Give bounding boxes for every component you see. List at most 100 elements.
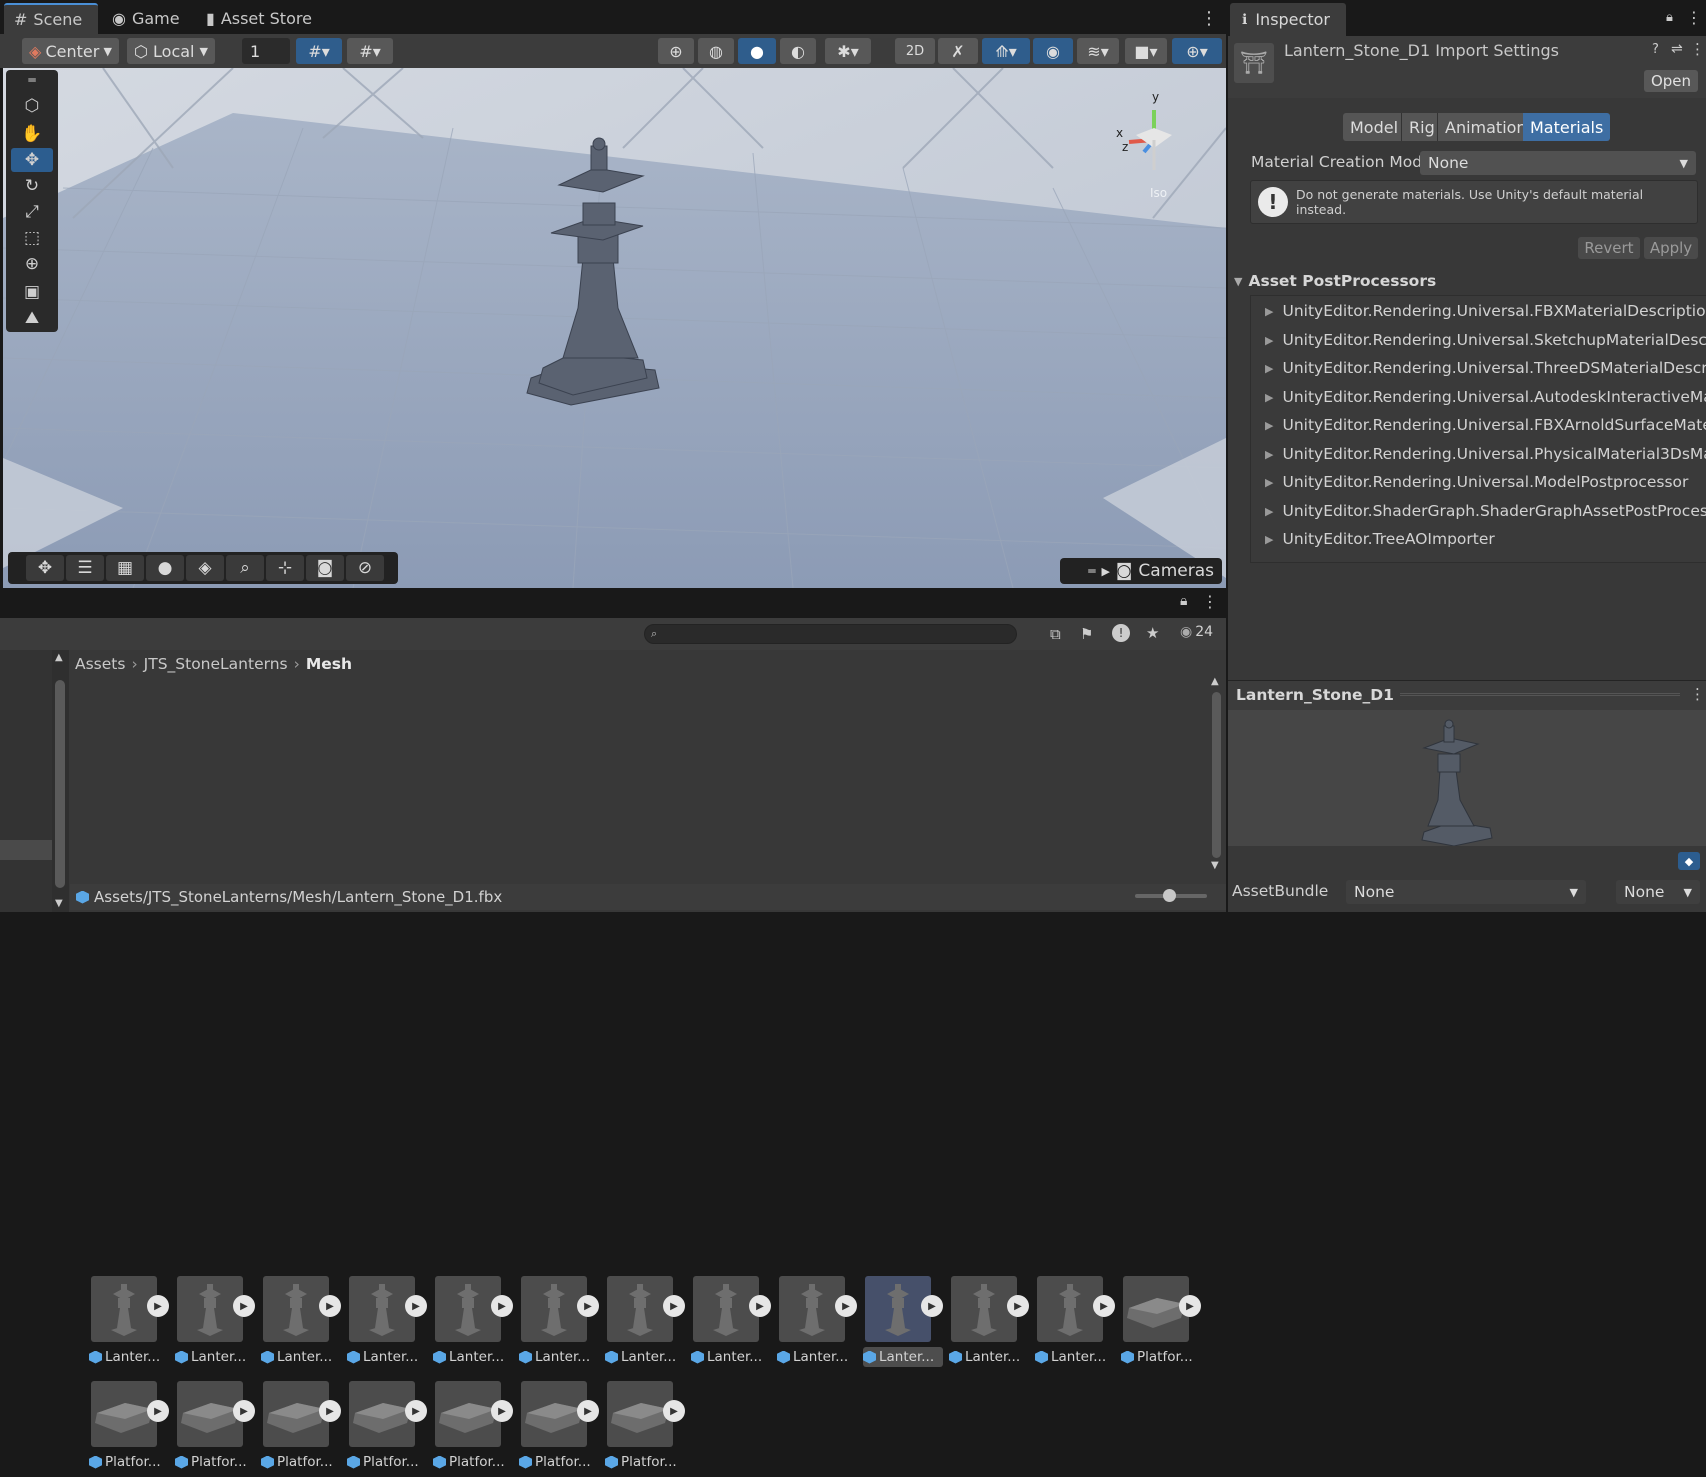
move-tool-icon[interactable]: ✥ [11, 148, 53, 172]
2d-mode-toggle[interactable]: 2D [895, 38, 935, 64]
tab-asset-store[interactable]: ▮ Asset Store [196, 3, 322, 34]
play-icon[interactable]: ▶ [1093, 1295, 1115, 1317]
kebab-menu-icon[interactable]: ⋮ [1690, 40, 1705, 58]
mesh-tool-icon[interactable]: ⛰ [11, 306, 53, 330]
sliders-icon[interactable]: ☰ [66, 555, 104, 581]
play-icon[interactable]: ▶ [577, 1400, 599, 1422]
asset-lantern-item[interactable]: ▶ Lanter... [859, 1276, 943, 1372]
kebab-menu-icon[interactable]: ⋮ [1686, 8, 1702, 27]
tab-inspector[interactable]: ℹ Inspector [1230, 3, 1346, 36]
import-tab-rig[interactable]: Rig [1401, 113, 1442, 141]
grid-size-field[interactable]: 1 [242, 38, 290, 64]
play-icon[interactable]: ▶ [233, 1295, 255, 1317]
postprocessor-item[interactable]: ▶ UnityEditor.Rendering.Universal.ModelPo… [1265, 469, 1706, 495]
visibility-toggle[interactable]: ◉ [1033, 38, 1073, 64]
asset-platform-item[interactable]: ▶ Platfor... [429, 1381, 513, 1477]
pivot-icon[interactable]: ⊹ [266, 555, 304, 581]
hidden-count-toggle[interactable]: ◉ 24 [1180, 624, 1213, 640]
play-icon[interactable]: ▶ [921, 1295, 943, 1317]
assetbundle-name-dropdown[interactable]: None ▼ [1346, 880, 1586, 904]
pivot-mode-dropdown[interactable]: ◈ Center ▼ [22, 38, 119, 64]
filter-by-label-icon[interactable]: ⚑ [1080, 625, 1093, 643]
thumbnail-size-slider[interactable] [1135, 889, 1207, 902]
folder-scrollbar[interactable]: ▲ ▼ [52, 650, 69, 912]
play-icon[interactable]: ▶ [835, 1295, 857, 1317]
asset-lantern-item[interactable]: ▶ Lanter... [601, 1276, 685, 1372]
transform-tool-icon[interactable]: ⊕ [11, 252, 53, 276]
postprocessor-item[interactable]: ▶ UnityEditor.Rendering.Universal.Autodes… [1265, 384, 1706, 410]
compass-icon[interactable]: ⊘ [346, 555, 384, 581]
hand-tool-icon[interactable]: ✋ [11, 122, 53, 146]
cameras-overlay[interactable]: ═ ▶ ◙ Cameras [1060, 558, 1222, 584]
play-icon[interactable]: ▶ [1007, 1295, 1029, 1317]
asset-lantern-item[interactable]: ▶ Lanter... [171, 1276, 255, 1372]
favorites-star-icon[interactable]: ★ [1146, 624, 1159, 642]
layers-dropdown[interactable]: ≋▾ [1077, 38, 1119, 64]
postprocessor-item[interactable]: ▶ UnityEditor.ShaderGraph.ShaderGraphAsse… [1265, 498, 1706, 524]
postprocessor-item[interactable]: ▶ UnityEditor.Rendering.Universal.ThreeDS… [1265, 355, 1706, 381]
log-warning-icon[interactable]: ! [1112, 624, 1130, 642]
folder-tree-selected-row[interactable] [0, 840, 52, 860]
play-icon[interactable]: ▶ [663, 1400, 685, 1422]
assetbundle-variant-dropdown[interactable]: None ▼ [1616, 880, 1700, 904]
asset-lantern-item[interactable]: ▶ Lanter... [257, 1276, 341, 1372]
scale-tool-icon[interactable]: ⤢ [11, 200, 53, 224]
asset-platform-item[interactable]: ▶ Platfor... [601, 1381, 685, 1477]
revert-button[interactable]: Revert [1578, 237, 1640, 259]
navmesh-icon[interactable]: ◈ [186, 555, 224, 581]
play-icon[interactable]: ▶ [1179, 1295, 1201, 1317]
postprocessor-item[interactable]: ▶ UnityEditor.TreeAOImporter [1265, 526, 1706, 552]
play-icon[interactable]: ▶ [233, 1400, 255, 1422]
play-icon[interactable]: ▶ [319, 1295, 341, 1317]
play-icon[interactable]: ▶ [405, 1400, 427, 1422]
folder-tree-pane[interactable] [0, 650, 52, 912]
drag-handle-icon[interactable]: ═ [11, 73, 53, 87]
breadcrumb-jts-stonelanterns[interactable]: JTS_StoneLanterns [144, 655, 288, 673]
camera-settings-dropdown[interactable]: ■▾ [1125, 38, 1167, 64]
breadcrumb-mesh[interactable]: Mesh [306, 655, 352, 673]
move-icon[interactable]: ✥ [26, 555, 64, 581]
play-icon[interactable]: ▶ [147, 1400, 169, 1422]
import-tab-model[interactable]: Model [1343, 113, 1406, 141]
sphere-icon[interactable]: ● [146, 555, 184, 581]
play-icon[interactable]: ▶ [147, 1295, 169, 1317]
rect-tool-icon[interactable]: ⬚ [11, 226, 53, 250]
postprocessors-foldout[interactable]: ▼ Asset PostProcessors [1234, 272, 1436, 290]
play-icon[interactable]: ▶ [577, 1295, 599, 1317]
lock-icon[interactable]: 🔒︎ [1666, 10, 1673, 25]
asset-platform-item[interactable]: ▶ Platfor... [343, 1381, 427, 1477]
increment-snapping-toggle[interactable]: #▾ [347, 38, 393, 64]
scroll-down-arrow-icon[interactable]: ▼ [55, 898, 63, 909]
asset-lantern-item[interactable]: ▶ Lanter... [343, 1276, 427, 1372]
open-button[interactable]: Open [1644, 70, 1698, 92]
rotate-tool-icon[interactable]: ↻ [11, 174, 53, 198]
play-icon[interactable]: ▶ [405, 1295, 427, 1317]
asset-platform-item[interactable]: ▶ Platfor... [85, 1381, 169, 1477]
asset-lantern-item[interactable]: ▶ Lanter... [687, 1276, 771, 1372]
draw-mode-wire-button[interactable]: ⊕ [658, 38, 694, 64]
play-icon[interactable]: ▶ [319, 1400, 341, 1422]
scene-viewport[interactable] [3, 68, 1226, 588]
import-tab-animation[interactable]: Animation [1437, 113, 1534, 141]
asset-label-button[interactable]: ◆ [1678, 852, 1700, 870]
pivot-rotation-dropdown[interactable]: ⬡ Local ▼ [127, 38, 215, 64]
scroll-up-arrow-icon[interactable]: ▲ [55, 652, 63, 663]
draw-mode-shaded-wire-button[interactable]: ◍ [698, 38, 734, 64]
preset-icon[interactable]: ⇌ [1671, 41, 1683, 57]
breadcrumb-assets[interactable]: Assets [75, 655, 125, 673]
gizmos-dropdown[interactable]: ⊕▾ [1172, 38, 1222, 64]
scrollbar-thumb[interactable] [1212, 692, 1221, 858]
grid-icon[interactable]: ▦ [106, 555, 144, 581]
camera-icon[interactable]: ◙ [306, 555, 344, 581]
postprocessor-item[interactable]: ▶ UnityEditor.Rendering.Universal.Physica… [1265, 441, 1706, 467]
asset-lantern-item[interactable]: ▶ Lanter... [85, 1276, 169, 1372]
asset-platform-item[interactable]: ▶ Platfor... [515, 1381, 599, 1477]
asset-lantern-item[interactable]: ▶ Lanter... [429, 1276, 513, 1372]
play-icon[interactable]: ▶ [749, 1295, 771, 1317]
asset-scrollbar[interactable]: ▲ ▼ [1208, 676, 1224, 876]
view-cube-icon[interactable]: ⬡ [11, 94, 53, 118]
scroll-up-arrow-icon[interactable]: ▲ [1211, 676, 1219, 687]
scene-menu-icon[interactable]: ⋮ [1200, 8, 1218, 29]
draw-mode-shaded-button[interactable]: ● [738, 38, 776, 64]
slider-thumb[interactable] [1163, 889, 1176, 902]
